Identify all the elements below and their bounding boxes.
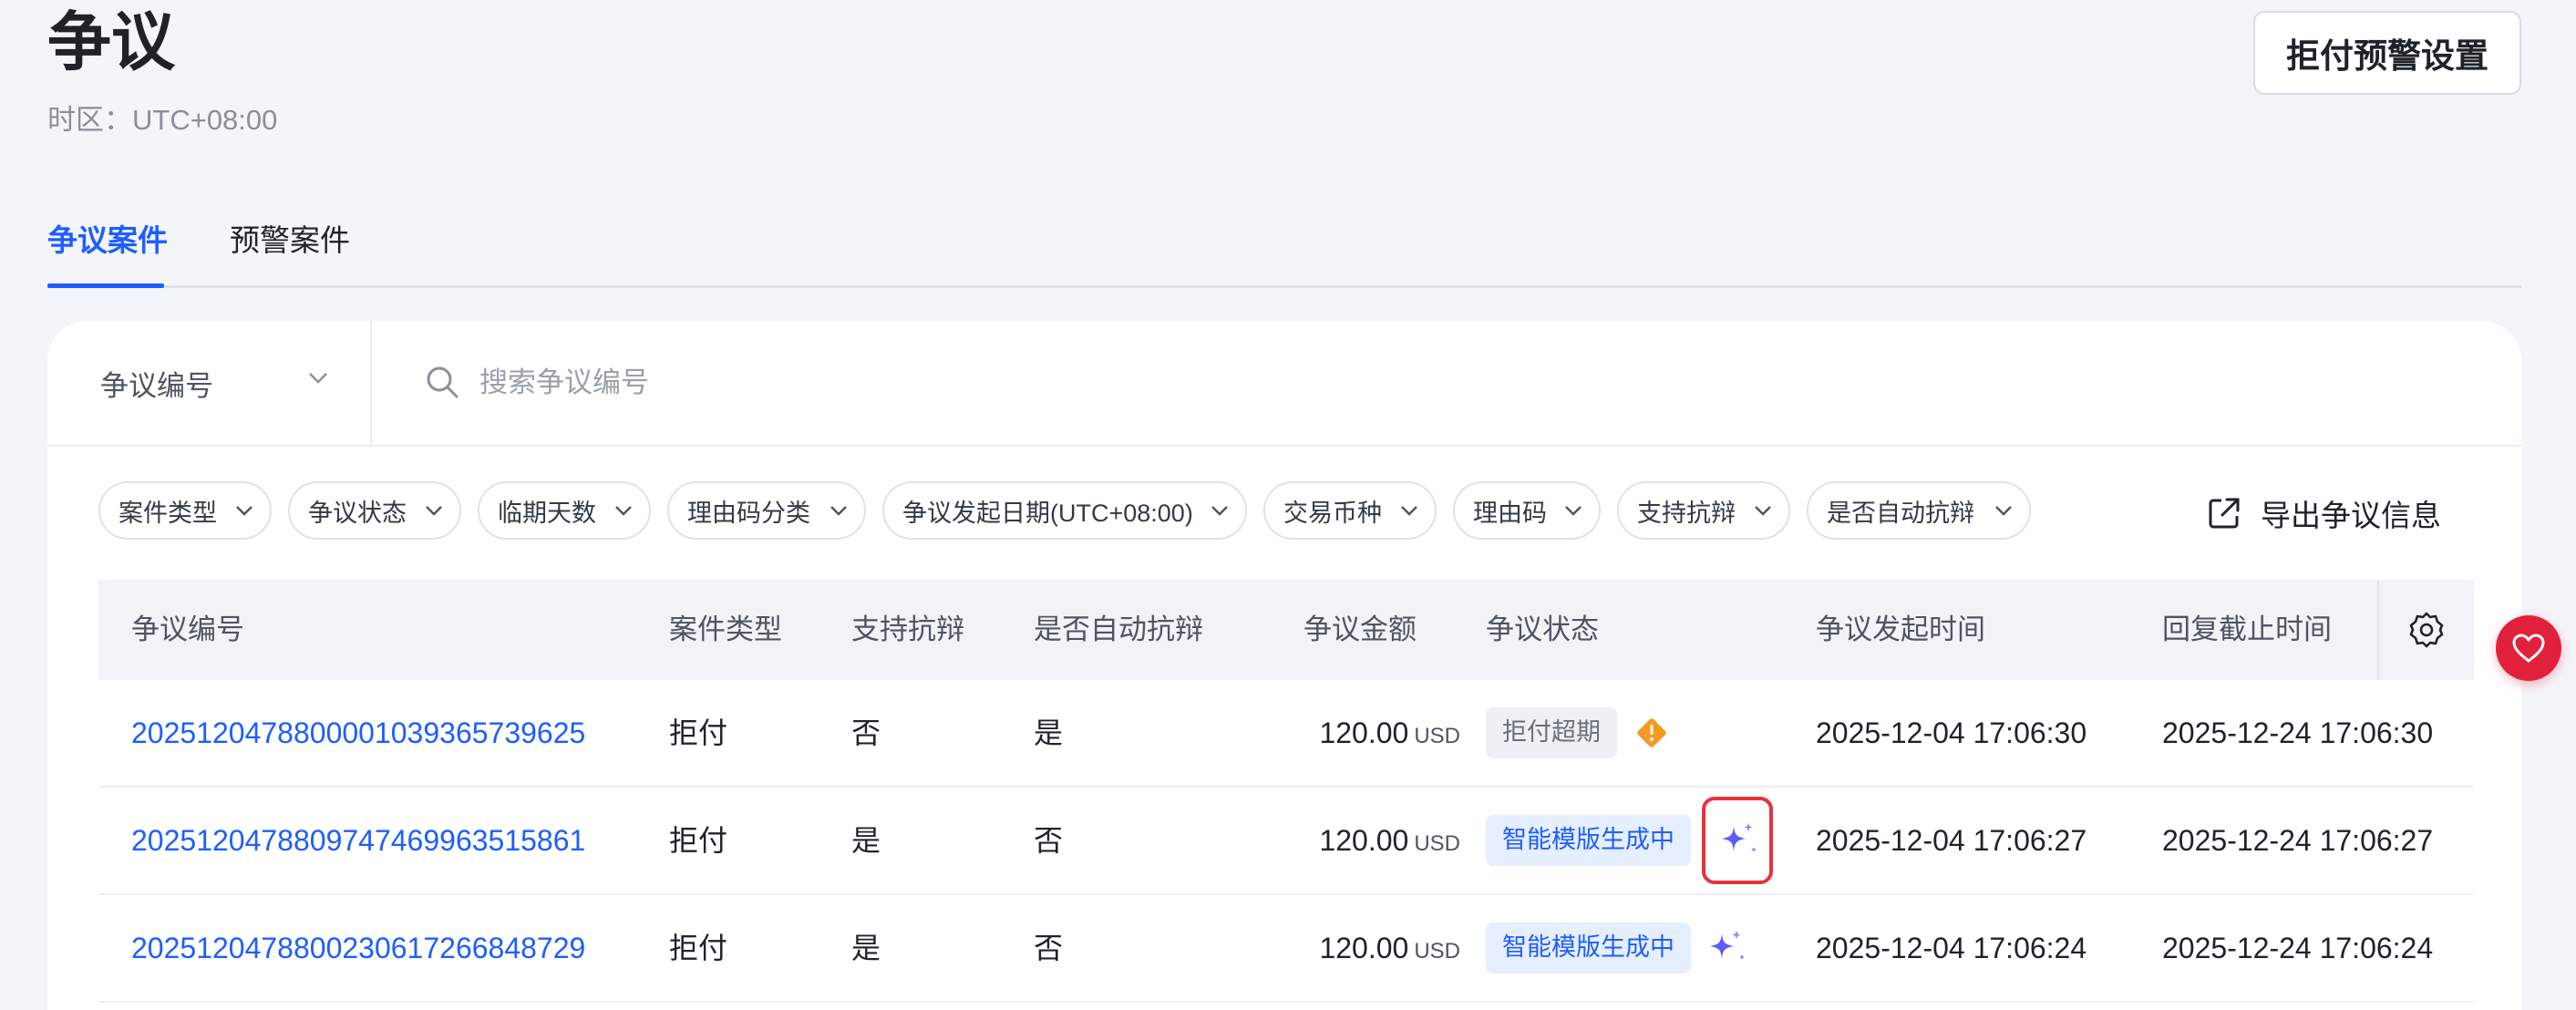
- table-header: 争议编号 案件类型 支持抗辩 是否自动抗辩 争议金额 争议状态 争议发起时间 回…: [98, 580, 2474, 680]
- amount-cell: 120.00 USD: [1192, 680, 1460, 786]
- auto-defense-cell: 否: [1034, 932, 1064, 964]
- tab-dispute-cases[interactable]: 争议案件: [47, 222, 168, 259]
- status-cell: 智能模版生成中: [1486, 788, 1773, 893]
- chevron-down-icon: [236, 506, 252, 516]
- filter-days-due[interactable]: 临期天数: [478, 481, 651, 540]
- deadline-cell: 2025-12-24 17:06:30: [2162, 716, 2434, 749]
- chevron-down-icon: [1565, 506, 1582, 516]
- dispute-id-link[interactable]: 2025120478800230617266848729: [131, 895, 585, 1001]
- chevron-down-icon: [426, 506, 442, 516]
- case-type-cell: 拒付: [669, 716, 728, 749]
- filter-auto-defense[interactable]: 是否自动抗辩: [1807, 481, 2031, 540]
- case-type-cell: 拒付: [669, 932, 728, 964]
- created-at-cell: 2025-12-04 17:06:30: [1816, 716, 2087, 749]
- dispute-table: 争议编号 案件类型 支持抗辩 是否自动抗辩 争议金额 争议状态 争议发起时间 回…: [98, 580, 2474, 1003]
- column-header-amount[interactable]: 争议金额: [1303, 580, 1417, 680]
- auto-defense-cell: 是: [1034, 716, 1064, 749]
- warning-diamond-icon[interactable]: [1633, 715, 1670, 751]
- filter-currency[interactable]: 交易币种: [1263, 481, 1437, 540]
- chargeback-alert-settings-button[interactable]: 拒付预警设置: [2253, 11, 2521, 95]
- search-bar: 争议编号: [47, 321, 2521, 447]
- status-cell: 智能模版生成中: [1486, 895, 1747, 1001]
- column-settings-button[interactable]: [2377, 580, 2474, 680]
- amount-cell: 120.00 USD: [1192, 895, 1460, 1001]
- table-row[interactable]: 2025120478800230617266848729 拒付 是 否 120.…: [98, 895, 2474, 1003]
- table-row[interactable]: 2025120478800001039365739625 拒付 否 是 120.…: [98, 680, 2474, 788]
- case-tabs: 争议案件 预警案件: [47, 211, 2521, 288]
- chevron-down-icon: [1211, 506, 1228, 516]
- auto-defense-cell: 否: [1034, 824, 1064, 857]
- supports-defense-cell: 是: [851, 932, 881, 964]
- status-cell: 拒付超期: [1486, 680, 1670, 786]
- column-header-supports-defense[interactable]: 支持抗辩: [851, 580, 964, 680]
- column-header-status[interactable]: 争议状态: [1486, 580, 1599, 680]
- filter-dispute-status[interactable]: 争议状态: [288, 481, 461, 540]
- dispute-list-card: 争议编号 案件类型 争议状态 临期天数 理由码分类 争议发起日期(UTC+08:…: [47, 321, 2521, 1010]
- tab-alert-cases[interactable]: 预警案件: [230, 222, 350, 259]
- search-type-select[interactable]: 争议编号: [47, 321, 372, 445]
- column-header-created-at[interactable]: 争议发起时间: [1816, 580, 1985, 680]
- column-header-case-type[interactable]: 案件类型: [669, 580, 782, 680]
- chevron-down-icon: [1995, 506, 2012, 516]
- table-row[interactable]: 2025120478809747469963515861 拒付 是 否 120.…: [98, 788, 2474, 895]
- filter-supports-defense[interactable]: 支持抗辩: [1617, 481, 1790, 540]
- column-header-dispute-id[interactable]: 争议编号: [131, 580, 244, 680]
- column-header-auto-defense[interactable]: 是否自动抗辩: [1034, 580, 1203, 680]
- status-badge: 智能模版生成中: [1486, 922, 1691, 974]
- deadline-cell: 2025-12-24 17:06:27: [2162, 824, 2434, 857]
- chevron-down-icon: [615, 506, 632, 516]
- search-input[interactable]: [479, 356, 1573, 410]
- ai-sparkle-highlighted-button[interactable]: [1702, 797, 1773, 884]
- gear-icon: [2409, 612, 2444, 648]
- dispute-id-link[interactable]: 2025120478800001039365739625: [131, 680, 585, 786]
- case-type-cell: 拒付: [669, 824, 728, 857]
- amount-value: 120.00: [1319, 932, 1409, 964]
- chevron-down-icon: [1755, 506, 1771, 516]
- currency-code: USD: [1414, 939, 1460, 964]
- created-at-cell: 2025-12-04 17:06:24: [1816, 932, 2087, 964]
- heart-icon: [2512, 634, 2545, 663]
- chevron-down-icon: [309, 373, 327, 384]
- deadline-cell: 2025-12-24 17:06:24: [2162, 932, 2434, 964]
- currency-code: USD: [1414, 831, 1460, 856]
- amount-value: 120.00: [1319, 824, 1409, 857]
- supports-defense-cell: 否: [851, 716, 881, 749]
- chevron-down-icon: [830, 506, 847, 516]
- status-badge: 拒付超期: [1486, 707, 1617, 758]
- export-disputes-button[interactable]: 导出争议信息: [2206, 490, 2441, 536]
- filter-case-type[interactable]: 案件类型: [98, 481, 272, 540]
- ai-sparkle-icon: [1722, 822, 1756, 851]
- timezone-label: 时区：UTC+08:00: [47, 104, 278, 136]
- filter-reason-code[interactable]: 理由码: [1453, 481, 1601, 540]
- currency-code: USD: [1414, 724, 1460, 748]
- amount-value: 120.00: [1319, 716, 1409, 749]
- active-tab-indicator: [47, 283, 164, 288]
- favorite-floating-button[interactable]: [2496, 615, 2561, 681]
- external-link-icon: [2209, 498, 2240, 529]
- ai-sparkle-icon[interactable]: [1704, 926, 1747, 970]
- column-header-deadline[interactable]: 回复截止时间: [2162, 580, 2332, 680]
- search-type-label: 争议编号: [100, 369, 213, 402]
- filter-dispute-date[interactable]: 争议发起日期(UTC+08:00): [882, 481, 1247, 540]
- supports-defense-cell: 是: [851, 824, 881, 857]
- filter-reason-code-category[interactable]: 理由码分类: [667, 481, 866, 540]
- filter-bar: 案件类型 争议状态 临期天数 理由码分类 争议发起日期(UTC+08:00) 交…: [98, 481, 2485, 540]
- search-icon: [427, 366, 459, 398]
- created-at-cell: 2025-12-04 17:06:27: [1816, 824, 2087, 857]
- dispute-id-link[interactable]: 2025120478809747469963515861: [131, 788, 585, 893]
- status-badge: 智能模版生成中: [1486, 815, 1691, 866]
- page-title: 争议: [47, 5, 175, 79]
- amount-cell: 120.00 USD: [1192, 788, 1460, 893]
- chevron-down-icon: [1401, 506, 1417, 516]
